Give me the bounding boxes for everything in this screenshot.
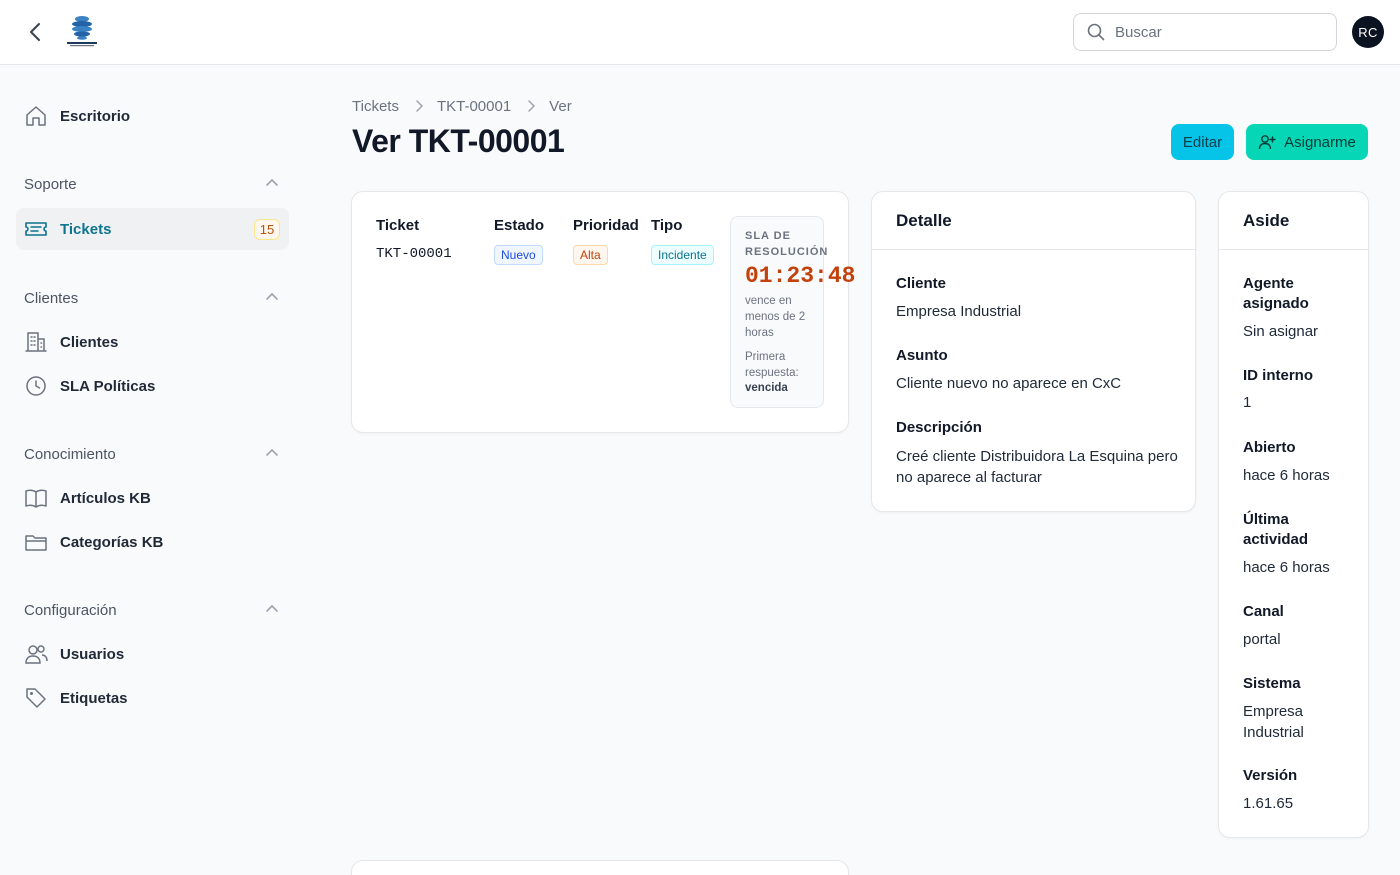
sla-first-response: Primera respuesta: vencida xyxy=(745,350,821,397)
asunto-value: Cliente nuevo no aparece en CxC xyxy=(896,375,1122,392)
clock-icon xyxy=(24,374,48,398)
chevron-up-icon xyxy=(266,178,278,186)
sidebar-group-label: Clientes xyxy=(24,289,79,307)
chevron-up-icon xyxy=(266,604,278,612)
tipo-label: Tipo xyxy=(651,217,683,234)
additional-card xyxy=(351,860,849,875)
canal-label: Canal xyxy=(1243,603,1284,620)
sidebar-item-label: Clientes xyxy=(60,333,119,351)
prioridad-label: Prioridad xyxy=(573,217,639,234)
aside-card: Aside Agente asignado Sin asignar ID int… xyxy=(1218,191,1369,838)
agente-value: Sin asignar xyxy=(1243,323,1319,340)
sidebar-item-articulos-kb[interactable]: Artículos KB xyxy=(16,477,289,519)
aside-card-title: Aside xyxy=(1243,211,1290,230)
abierto-value: hace 6 horas xyxy=(1243,467,1330,484)
chevron-left-icon xyxy=(30,23,40,41)
sidebar-item-clientes[interactable]: Clientes xyxy=(16,321,289,363)
sla-countdown: 01:23:48 xyxy=(745,263,856,289)
asunto-label: Asunto xyxy=(896,347,948,364)
tickets-count-badge: 15 xyxy=(254,219,280,240)
sla-first-response-label: Primera respuesta: xyxy=(745,351,799,379)
breadcrumb: Tickets TKT-00001 Ver xyxy=(352,96,572,116)
descripcion-label: Descripción xyxy=(896,419,982,436)
assign-label: Asignarme xyxy=(1284,133,1356,151)
sidebar-item-label: Tickets xyxy=(60,220,112,238)
sidebar-item-label: Escritorio xyxy=(60,107,131,125)
search-input[interactable] xyxy=(1115,23,1315,41)
sidebar-item-label: Usuarios xyxy=(60,645,125,663)
estado-label: Estado xyxy=(494,217,545,234)
back-button[interactable] xyxy=(22,18,48,46)
detail-card: Detalle Cliente Empresa Industrial Asunt… xyxy=(871,191,1196,512)
top-bar: RC xyxy=(0,0,1400,65)
tag-icon xyxy=(24,686,48,710)
user-plus-icon xyxy=(1258,133,1276,151)
id-interno-label: ID interno xyxy=(1243,367,1313,384)
breadcrumb-current: Ver xyxy=(549,97,572,115)
sistema-label: Sistema xyxy=(1243,675,1301,692)
breadcrumb-tickets[interactable]: Tickets xyxy=(352,98,399,115)
version-value: 1.61.65 xyxy=(1243,795,1294,812)
detail-card-header: Detalle xyxy=(872,192,1195,250)
sidebar-item-label: Etiquetas xyxy=(60,689,128,707)
sidebar-group-label: Conocimiento xyxy=(24,445,116,463)
folder-icon xyxy=(24,530,48,554)
chevron-right-icon xyxy=(415,100,423,112)
page-title: Ver TKT-00001 xyxy=(352,123,565,159)
abierto-label: Abierto xyxy=(1243,439,1296,456)
canal-value: portal xyxy=(1243,631,1281,648)
detail-card-title: Detalle xyxy=(896,211,952,230)
sidebar-item-categorias-kb[interactable]: Categorías KB xyxy=(16,521,289,563)
prioridad-badge: Alta xyxy=(573,245,608,265)
sidebar-item-label: Categorías KB xyxy=(60,533,164,551)
sidebar-item-label: Artículos KB xyxy=(60,489,151,507)
sla-note: vence en menos de 2 horas xyxy=(745,295,806,339)
sidebar-group-conocimiento[interactable]: Conocimiento xyxy=(16,440,289,468)
sla-first-response-value: vencida xyxy=(745,382,788,394)
aside-card-header: Aside xyxy=(1219,192,1368,250)
sidebar-group-label: Soporte xyxy=(24,175,77,193)
sidebar-group-configuracion[interactable]: Configuración xyxy=(16,596,289,624)
chevron-up-icon xyxy=(266,448,278,456)
cliente-value: Empresa Industrial xyxy=(896,303,1022,320)
ticket-label: Ticket xyxy=(376,217,420,234)
user-avatar[interactable]: RC xyxy=(1352,16,1384,48)
edit-button[interactable]: Editar xyxy=(1171,124,1234,160)
sidebar-item-usuarios[interactable]: Usuarios xyxy=(16,633,289,675)
sidebar-item-label: SLA Políticas xyxy=(60,377,156,395)
ultima-actividad-label: Última actividad xyxy=(1243,511,1309,548)
version-label: Versión xyxy=(1243,767,1298,784)
search-box[interactable] xyxy=(1073,13,1337,51)
assign-to-me-button[interactable]: Asignarme xyxy=(1246,124,1368,160)
ticket-icon xyxy=(24,217,48,241)
hightech-logo[interactable] xyxy=(64,14,100,48)
sidebar-group-label: Configuración xyxy=(24,601,117,619)
estado-badge: Nuevo xyxy=(494,245,543,265)
descripcion-value: Creé cliente Distribuidora La Esquina pe… xyxy=(896,448,1178,486)
ultima-actividad-value: hace 6 horas xyxy=(1243,559,1330,576)
sidebar-group-soporte[interactable]: Soporte xyxy=(16,170,289,198)
sla-title: SLA DE RESOLUCIÓN xyxy=(745,230,829,258)
sidebar-item-escritorio[interactable]: Escritorio xyxy=(16,95,289,137)
sla-panel: SLA DE RESOLUCIÓN 01:23:48 vence en meno… xyxy=(730,216,855,408)
agente-label: Agente asignado xyxy=(1243,275,1309,312)
tipo-badge: Incidente xyxy=(651,245,714,265)
building-icon xyxy=(24,330,48,354)
globe-logo-icon xyxy=(67,16,97,47)
cliente-label: Cliente xyxy=(896,275,947,292)
chevron-right-icon xyxy=(527,100,536,112)
users-icon xyxy=(24,642,48,666)
breadcrumb-ticket-id[interactable]: TKT-00001 xyxy=(437,98,511,115)
sistema-value: Empresa Industrial xyxy=(1243,703,1304,741)
home-icon xyxy=(24,104,48,128)
sidebar-item-tickets[interactable]: Tickets 15 xyxy=(16,208,289,250)
id-interno-value: 1 xyxy=(1243,394,1252,411)
chevron-up-icon xyxy=(266,292,278,300)
ticket-id-value: TKT-00001 xyxy=(376,246,452,262)
sidebar-item-sla-politicas[interactable]: SLA Políticas xyxy=(16,365,289,407)
book-icon xyxy=(24,486,48,510)
search-icon xyxy=(1087,23,1105,41)
sidebar-item-etiquetas[interactable]: Etiquetas xyxy=(16,677,289,719)
sidebar-group-clientes[interactable]: Clientes xyxy=(16,284,289,312)
